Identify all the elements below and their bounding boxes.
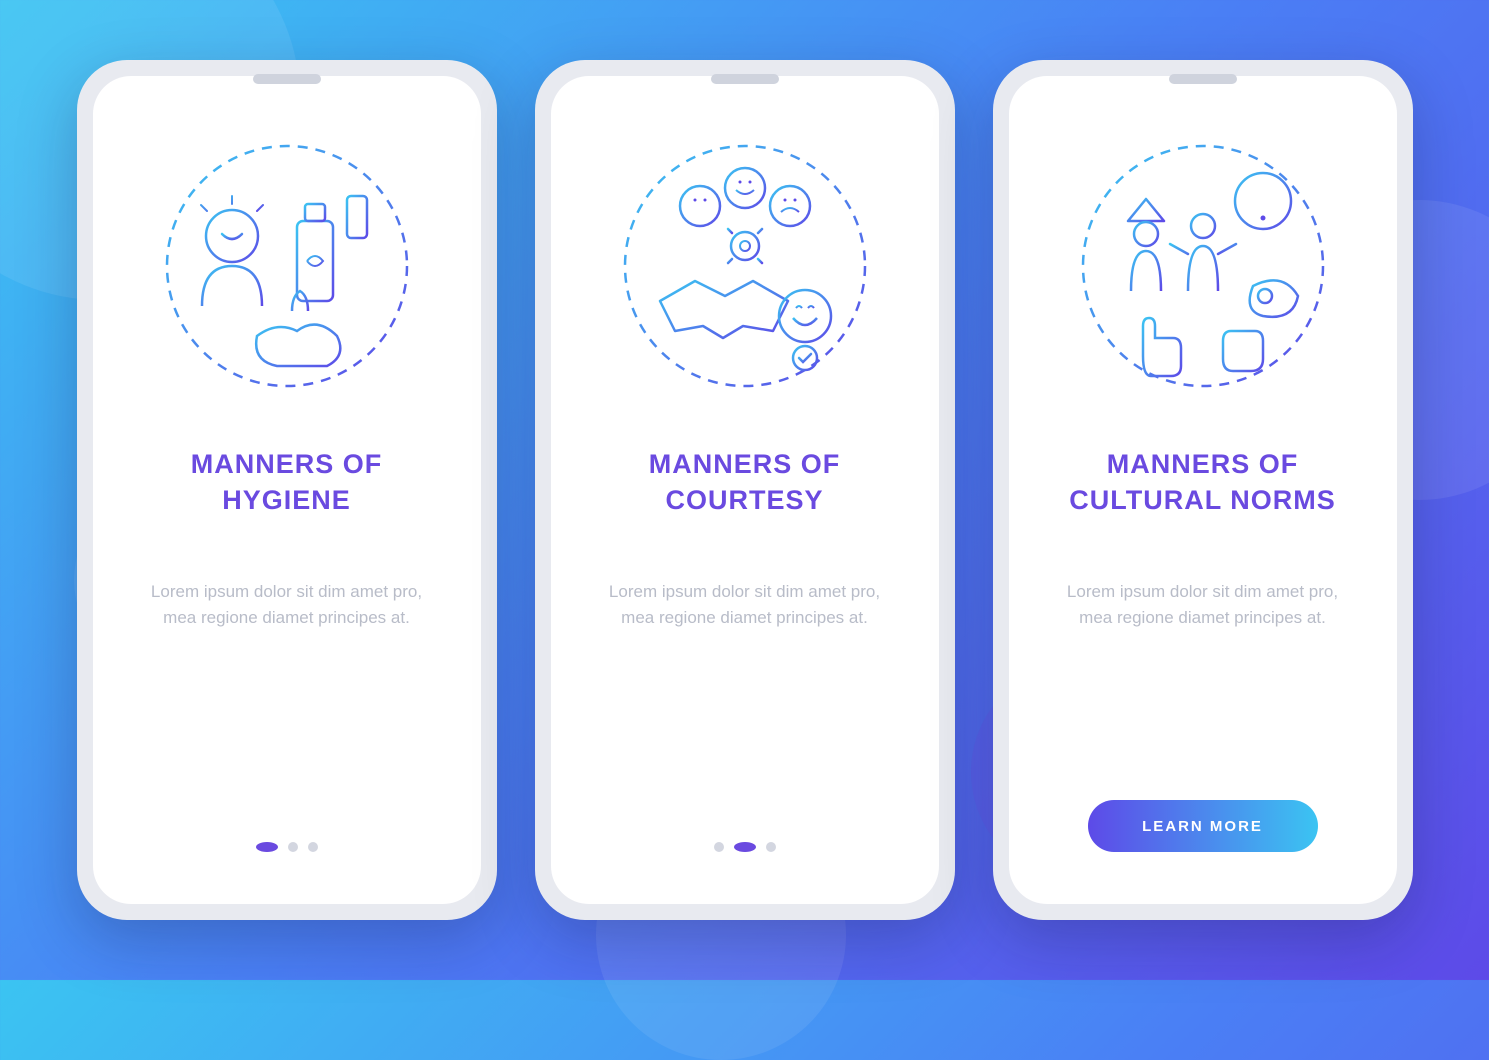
phone-frame-hygiene: MANNERS OF HYGIENE Lorem ipsum dolor sit… <box>77 60 497 920</box>
page-dot-3[interactable] <box>766 842 776 852</box>
slide-body: Lorem ipsum dolor sit dim amet pro, mea … <box>123 579 451 842</box>
phone-notch <box>1169 74 1237 84</box>
phone-screen: MANNERS OF COURTESY Lorem ipsum dolor si… <box>551 76 939 904</box>
page-dot-2[interactable] <box>734 842 756 852</box>
pagination-dots <box>256 842 318 852</box>
slide-title: MANNERS OF HYGIENE <box>123 446 451 519</box>
page-dot-2[interactable] <box>288 842 298 852</box>
phone-screen: MANNERS OF HYGIENE Lorem ipsum dolor sit… <box>93 76 481 904</box>
page-dot-1[interactable] <box>256 842 278 852</box>
hygiene-icon <box>147 126 427 406</box>
phone-frame-courtesy: MANNERS OF COURTESY Lorem ipsum dolor si… <box>535 60 955 920</box>
slide-body: Lorem ipsum dolor sit dim amet pro, mea … <box>1039 579 1367 800</box>
slide-title: MANNERS OF CULTURAL NORMS <box>1039 446 1367 519</box>
pagination-dots <box>714 842 776 852</box>
phone-frame-cultural: MANNERS OF CULTURAL NORMS Lorem ipsum do… <box>993 60 1413 920</box>
phone-row: MANNERS OF HYGIENE Lorem ipsum dolor sit… <box>77 60 1413 920</box>
phone-screen: MANNERS OF CULTURAL NORMS Lorem ipsum do… <box>1009 76 1397 904</box>
learn-more-button[interactable]: LEARN MORE <box>1088 800 1318 852</box>
page-dot-1[interactable] <box>714 842 724 852</box>
cultural-icon <box>1063 126 1343 406</box>
slide-body: Lorem ipsum dolor sit dim amet pro, mea … <box>581 579 909 842</box>
phone-notch <box>253 74 321 84</box>
page-dot-3[interactable] <box>308 842 318 852</box>
phone-notch <box>711 74 779 84</box>
slide-title: MANNERS OF COURTESY <box>581 446 909 519</box>
courtesy-icon <box>605 126 885 406</box>
